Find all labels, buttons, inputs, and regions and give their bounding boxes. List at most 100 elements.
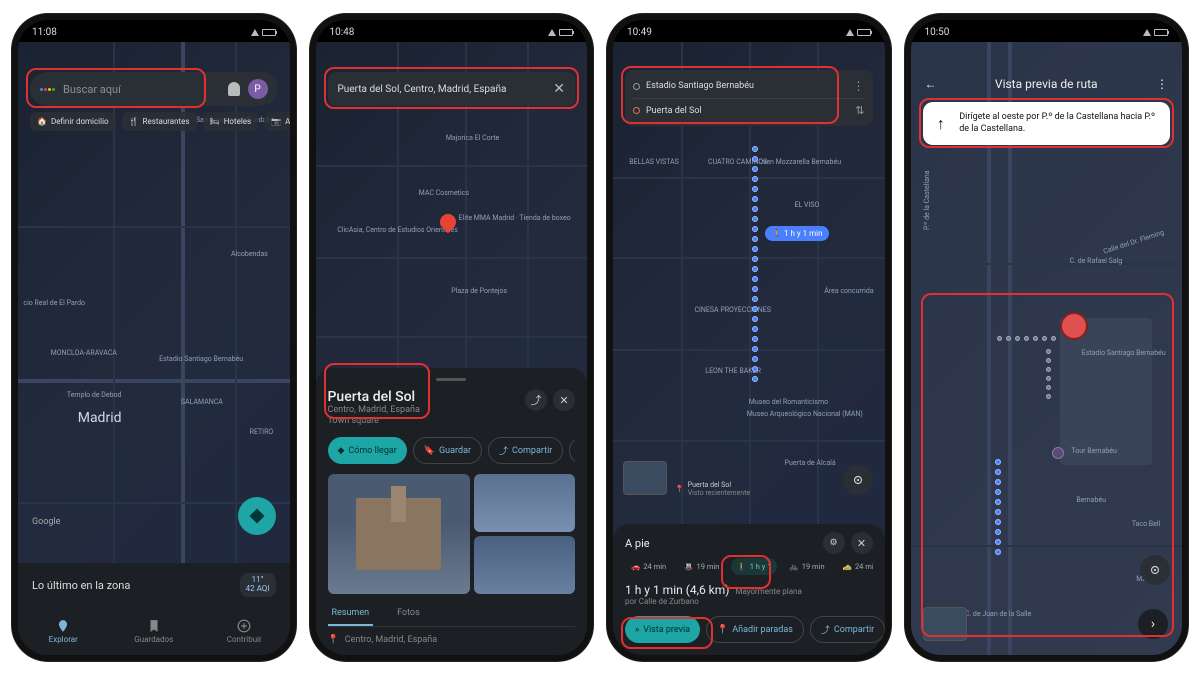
- save-button[interactable]: 🔖 Guardar: [413, 437, 482, 464]
- more-icon[interactable]: ⋮: [1156, 77, 1168, 91]
- directions-fab[interactable]: [238, 497, 276, 535]
- streetview-thumb[interactable]: [623, 461, 667, 495]
- search-bar[interactable]: Buscar aquí P: [30, 72, 278, 106]
- streetview-thumb[interactable]: [923, 607, 967, 641]
- nav-saved[interactable]: Guardados: [109, 607, 200, 655]
- photo-gallery[interactable]: [328, 474, 576, 594]
- clock: 10:48: [330, 27, 355, 38]
- weather-chip[interactable]: 11°42 AQI: [240, 573, 276, 597]
- clock: 11:08: [32, 27, 57, 38]
- origin-field[interactable]: Estadio Santiago Bernabéu: [646, 81, 847, 91]
- place-actions: ◆ Cómo llegar 🔖 Guardar ⤴ Compartir 🏳 Añ…: [328, 437, 576, 464]
- mic-icon[interactable]: [228, 82, 240, 96]
- map-canvas[interactable]: Madrid San Agustín del Guadalix Alcobend…: [18, 42, 290, 655]
- google-watermark: Google: [32, 517, 60, 527]
- more-icon[interactable]: ⋮: [853, 79, 865, 93]
- camera-notch: [742, 20, 756, 34]
- clock: 10:49: [627, 27, 652, 38]
- close-button[interactable]: ✕: [851, 532, 873, 554]
- origin-dot-icon: [633, 83, 640, 90]
- signal-icon: [251, 29, 259, 36]
- plus-icon: [237, 619, 251, 633]
- search-field[interactable]: Puerta del Sol, Centro, Madrid, España ✕: [328, 72, 576, 106]
- nav-explore[interactable]: Explorar: [18, 607, 109, 655]
- add-label-button[interactable]: 🏳 Añadir una et: [569, 437, 575, 464]
- stadium-shape: [1060, 318, 1152, 465]
- camera-notch: [1039, 20, 1053, 34]
- pin-icon: [56, 619, 70, 633]
- tab-photos[interactable]: Fotos: [393, 602, 424, 626]
- chip-attractions[interactable]: 📷 Atraccione: [264, 112, 289, 131]
- route-summary: 1 h y 1 min (4,6 km): [625, 583, 729, 597]
- swap-icon[interactable]: ⇅: [855, 104, 864, 117]
- share-button[interactable]: ⤴ Compartir: [488, 437, 563, 464]
- close-sheet-button[interactable]: ✕: [553, 389, 575, 411]
- recent-place[interactable]: 📍 Puerta del SolVisto recientemente: [675, 481, 750, 497]
- back-icon[interactable]: ←: [925, 77, 937, 91]
- status-icons: [251, 29, 276, 36]
- chip-restaurants[interactable]: 🍴 Restaurantes: [122, 112, 197, 131]
- map-canvas[interactable]: BELLAS VISTAS CUATRO CAMINOS Oven Mozzar…: [613, 42, 885, 655]
- preview-button[interactable]: » Vista previa: [625, 616, 700, 643]
- mode-bike[interactable]: 🚲 19 min: [783, 558, 830, 575]
- dest-field[interactable]: Puerta del Sol: [646, 106, 849, 116]
- poi-dot: [1052, 447, 1064, 459]
- place-title: Puerta del Sol: [328, 389, 420, 405]
- locate-button[interactable]: [843, 465, 873, 495]
- route-inputs[interactable]: Estadio Santiago Bernabéu ⋮ Puerta del S…: [625, 70, 873, 126]
- preview-header: ← Vista previa de ruta ⋮: [911, 68, 1183, 100]
- options-button[interactable]: ⚙: [823, 532, 845, 554]
- place-sheet[interactable]: Puerta del Sol Centro, Madrid, España To…: [316, 368, 588, 655]
- header-title: Vista previa de ruta: [995, 77, 1098, 91]
- battery-icon: [262, 29, 276, 36]
- latest-sheet[interactable]: Lo último en la zona 11°42 AQI: [18, 563, 290, 607]
- place-tabs: Resumen Fotos: [328, 602, 576, 627]
- step-text: Dirígete al oeste por P.º de la Castella…: [959, 112, 1160, 135]
- search-placeholder: Buscar aquí: [63, 83, 220, 96]
- step-card[interactable]: ↑ Dirígete al oeste por P.º de la Castel…: [923, 102, 1171, 145]
- mode-transit[interactable]: 🚇 19 min: [678, 558, 725, 575]
- directions-button[interactable]: ◆ Cómo llegar: [328, 437, 407, 464]
- chip-hotels[interactable]: 🛏 Hoteles: [203, 112, 259, 131]
- camera-notch: [444, 20, 458, 34]
- photo-2[interactable]: [474, 474, 575, 532]
- phone-1-home: 11:08 Madrid San Agustín del Guadalix Al…: [12, 14, 296, 661]
- travel-modes: 🚗 24 min 🚇 19 min 🚶 1 h y 1 🚲 19 min 🚕 2…: [625, 558, 873, 575]
- nav-contribute[interactable]: Contribuir: [199, 607, 290, 655]
- place-address[interactable]: 📍 Centro, Madrid, España: [328, 635, 576, 645]
- city-label: Madrid: [78, 410, 122, 426]
- latest-label: Lo último en la zona: [32, 579, 130, 592]
- next-step-button[interactable]: ›: [1138, 609, 1168, 639]
- start-pin-icon: [1060, 312, 1088, 340]
- sheet-title: A pie: [625, 537, 650, 550]
- map-canvas[interactable]: OXO Museo de Videojuego Moñaditos Majori…: [316, 42, 588, 655]
- clock: 10:50: [925, 27, 950, 38]
- photo-main[interactable]: [328, 474, 470, 594]
- mode-car[interactable]: 🚗 24 min: [625, 558, 672, 575]
- share-icon-button[interactable]: ⤴: [525, 389, 547, 411]
- directions-sheet[interactable]: A pie ⚙ ✕ 🚗 24 min 🚇 19 min 🚶 1 h y 1 🚲 …: [613, 524, 885, 655]
- photo-3[interactable]: [474, 536, 575, 594]
- search-value: Puerta del Sol, Centro, Madrid, España: [338, 84, 546, 95]
- add-stops-button[interactable]: 📍 Añadir paradas: [706, 616, 804, 643]
- locate-button[interactable]: [1140, 555, 1170, 585]
- drag-handle[interactable]: [436, 378, 466, 381]
- route-via: por Calle de Zurbano: [625, 597, 873, 606]
- account-avatar[interactable]: P: [248, 79, 268, 99]
- camera-notch: [147, 20, 161, 34]
- chip-home[interactable]: 🏠 Definir domicilio: [30, 112, 116, 131]
- pin-icon: 📍: [328, 635, 339, 645]
- direction-actions: » Vista previa 📍 Añadir paradas ⤴ Compar…: [625, 616, 873, 643]
- mode-rideshare[interactable]: 🚕 24 min: [837, 558, 873, 575]
- share-route-button[interactable]: ⤴ Compartir: [810, 616, 885, 643]
- tab-summary[interactable]: Resumen: [328, 602, 374, 626]
- google-logo-icon: [40, 88, 55, 91]
- crosshair-icon: [1148, 563, 1162, 577]
- phone-3-directions: 10:49 BELLAS VISTAS CUATRO CAMINOS Oven …: [607, 14, 891, 661]
- clear-icon[interactable]: ✕: [553, 81, 565, 97]
- mode-walk[interactable]: 🚶 1 h y 1: [731, 558, 777, 575]
- crosshair-icon: [851, 473, 865, 487]
- bottom-nav: Explorar Guardados Contribuir: [18, 607, 290, 655]
- map-canvas[interactable]: Estadio Santiago Bernabéu Tour Bernabéu …: [911, 42, 1183, 655]
- category-chips: 🏠 Definir domicilio 🍴 Restaurantes 🛏 Hot…: [30, 112, 290, 131]
